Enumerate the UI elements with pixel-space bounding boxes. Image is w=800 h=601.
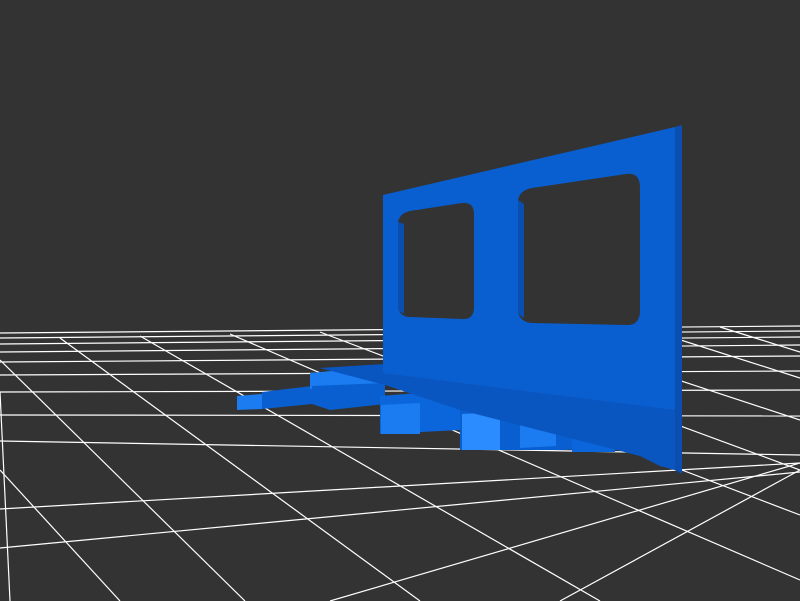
model-finger <box>381 403 420 434</box>
model-finger <box>237 394 262 410</box>
model-opening-right-bevel <box>518 200 524 318</box>
3d-viewport[interactable] <box>0 0 800 601</box>
scene-canvas[interactable] <box>0 0 800 601</box>
model-panel-edge <box>675 125 682 474</box>
model-opening-left-bevel <box>398 222 404 314</box>
